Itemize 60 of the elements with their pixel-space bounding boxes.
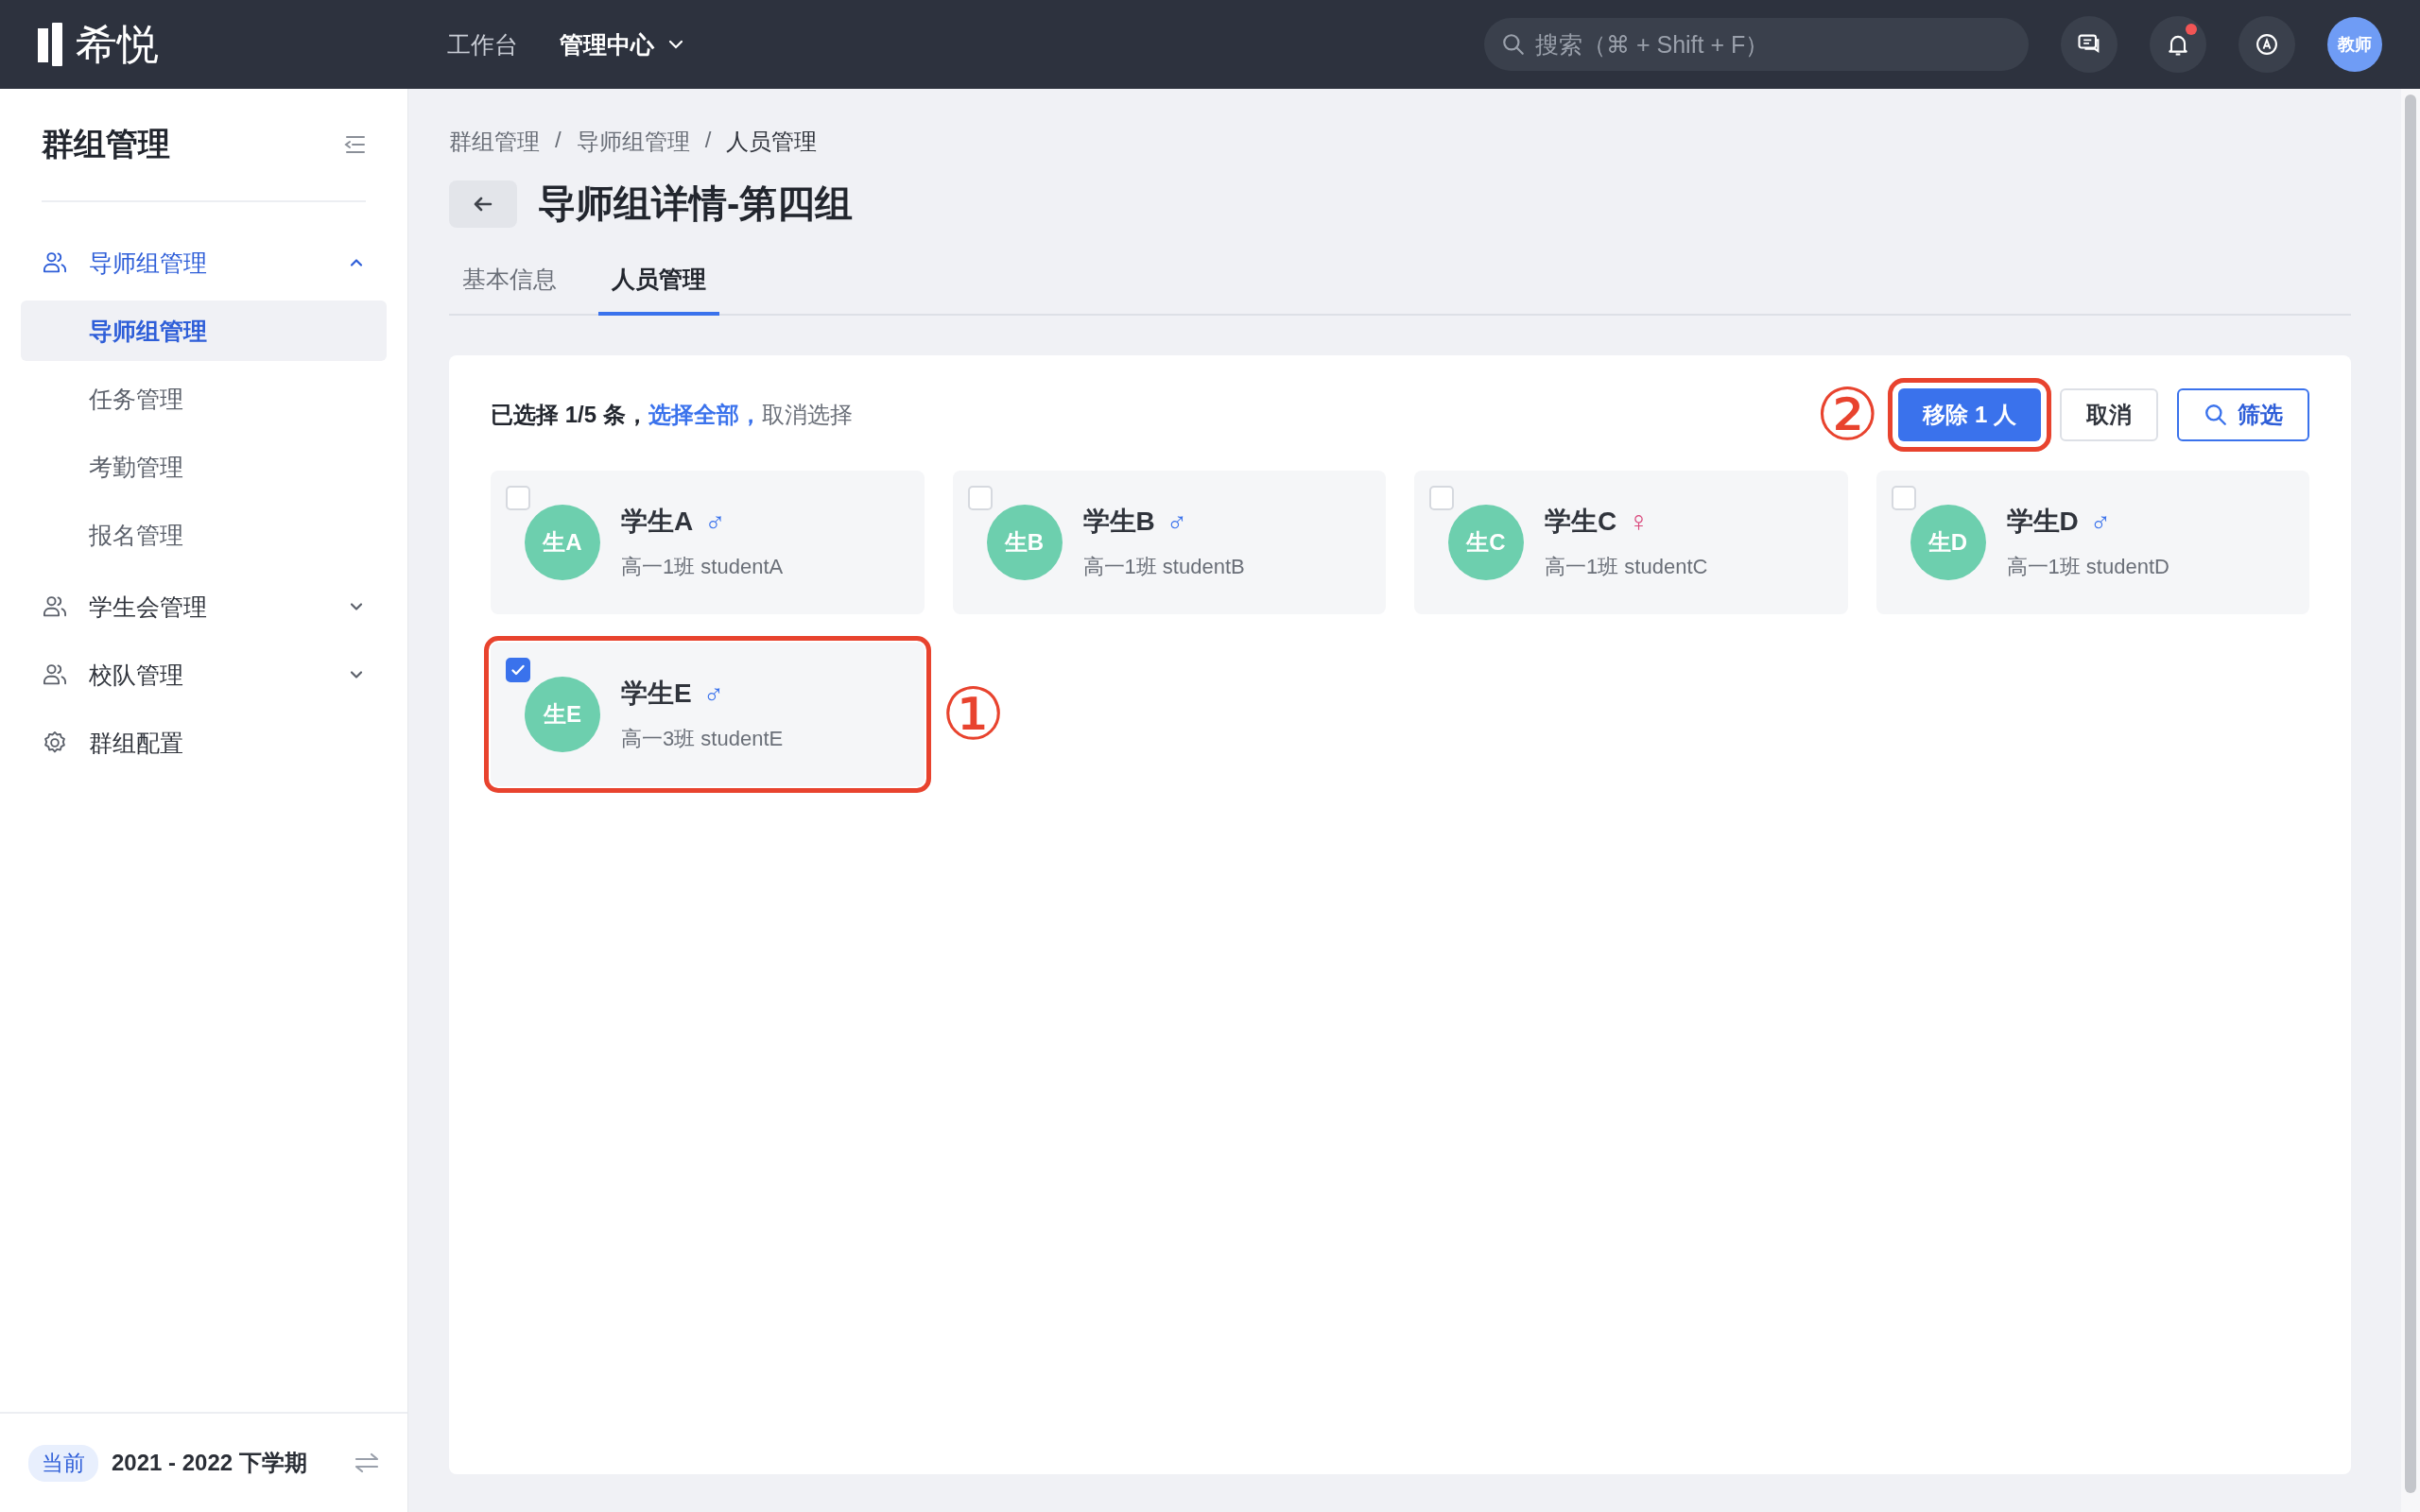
- selection-count: 已选择 1/5 条，: [491, 401, 648, 429]
- breadcrumb-item: 人员管理: [726, 128, 818, 156]
- member-name: 学生C: [1545, 506, 1617, 538]
- search-icon: [1501, 32, 1526, 57]
- scrollbar[interactable]: [2401, 89, 2420, 1512]
- submenu-item[interactable]: 任务管理: [21, 369, 387, 429]
- sidebar-title: 群组管理: [42, 125, 170, 163]
- term-label: 2021 - 2022 下学期: [112, 1449, 308, 1477]
- tab[interactable]: 人员管理: [598, 249, 719, 316]
- back-button[interactable]: [449, 180, 517, 228]
- gender-symbol: ♂: [2089, 506, 2112, 538]
- gender-symbol: ♀: [1628, 506, 1650, 538]
- member-name: 学生D: [2006, 506, 2079, 538]
- breadcrumb-item[interactable]: 导师组管理: [576, 127, 690, 157]
- member-avatar: 生A: [525, 505, 600, 580]
- member-name: 学生E: [621, 678, 692, 710]
- circle-letter-icon: [2254, 31, 2280, 58]
- member-info: 高一1班 studentA: [621, 554, 784, 580]
- member-avatar: 生C: [1448, 505, 1524, 580]
- member-card[interactable]: 生B 学生B ♂ 高一1班 studentB: [952, 471, 1386, 614]
- gender-symbol: ♂: [702, 678, 725, 710]
- search-icon: [2204, 403, 2228, 427]
- tab[interactable]: 基本信息: [449, 249, 570, 316]
- menu-item[interactable]: 群组配置: [21, 709, 387, 777]
- select-all-link[interactable]: 选择全部，: [648, 400, 762, 430]
- submenu-item[interactable]: 考勤管理: [21, 437, 387, 497]
- logo-text: 希悦: [76, 19, 159, 69]
- annotation-marker: ②: [1815, 379, 1880, 451]
- menu-item[interactable]: 校队管理: [21, 641, 387, 709]
- member-card[interactable]: 生A 学生A ♂ 高一1班 studentA: [491, 471, 925, 614]
- nav-item[interactable]: 工作台: [447, 28, 518, 60]
- member-card[interactable]: 生D 学生D ♂ 高一1班 studentD: [1876, 471, 2309, 614]
- member-avatar: 生B: [986, 505, 1063, 580]
- menu-item[interactable]: 学生会管理: [21, 573, 387, 641]
- submenu-item[interactable]: 导师组管理: [21, 301, 387, 361]
- gender-symbol: ♂: [704, 506, 726, 538]
- member-info: 高一1班 studentD: [2006, 554, 2169, 580]
- submenu-item[interactable]: 报名管理: [21, 505, 387, 565]
- member-info: 高一1班 studentB: [1082, 554, 1245, 580]
- menu-item[interactable]: 导师组管理: [21, 229, 387, 297]
- clear-selection-link[interactable]: 取消选择: [761, 400, 853, 430]
- filter-button[interactable]: 筛选: [2177, 388, 2309, 441]
- member-avatar: 生D: [1910, 505, 1986, 580]
- member-card[interactable]: 生C 学生C ♀ 高一1班 studentC: [1414, 471, 1848, 614]
- checkbox[interactable]: [506, 658, 530, 682]
- breadcrumb-separator: /: [704, 127, 712, 154]
- page-title: 导师组详情-第四组: [538, 181, 854, 226]
- annotation-marker: ①: [941, 679, 1006, 750]
- member-avatar: 生E: [525, 677, 600, 752]
- breadcrumb-separator: /: [555, 127, 562, 154]
- breadcrumb-item[interactable]: 群组管理: [449, 127, 540, 157]
- member-info: 高一1班 studentC: [1545, 554, 1708, 580]
- gender-symbol: ♂: [1166, 506, 1188, 538]
- cancel-button[interactable]: 取消: [2060, 388, 2158, 441]
- search-field[interactable]: 搜索（⌘ + Shift + F）: [1484, 18, 2029, 71]
- current-badge: 当前: [28, 1444, 98, 1482]
- member-name: 学生B: [1082, 506, 1155, 538]
- member-name: 学生A: [621, 506, 694, 538]
- member-info: 高一3班 studentE: [621, 726, 784, 752]
- nav-item[interactable]: 管理中心: [560, 28, 684, 60]
